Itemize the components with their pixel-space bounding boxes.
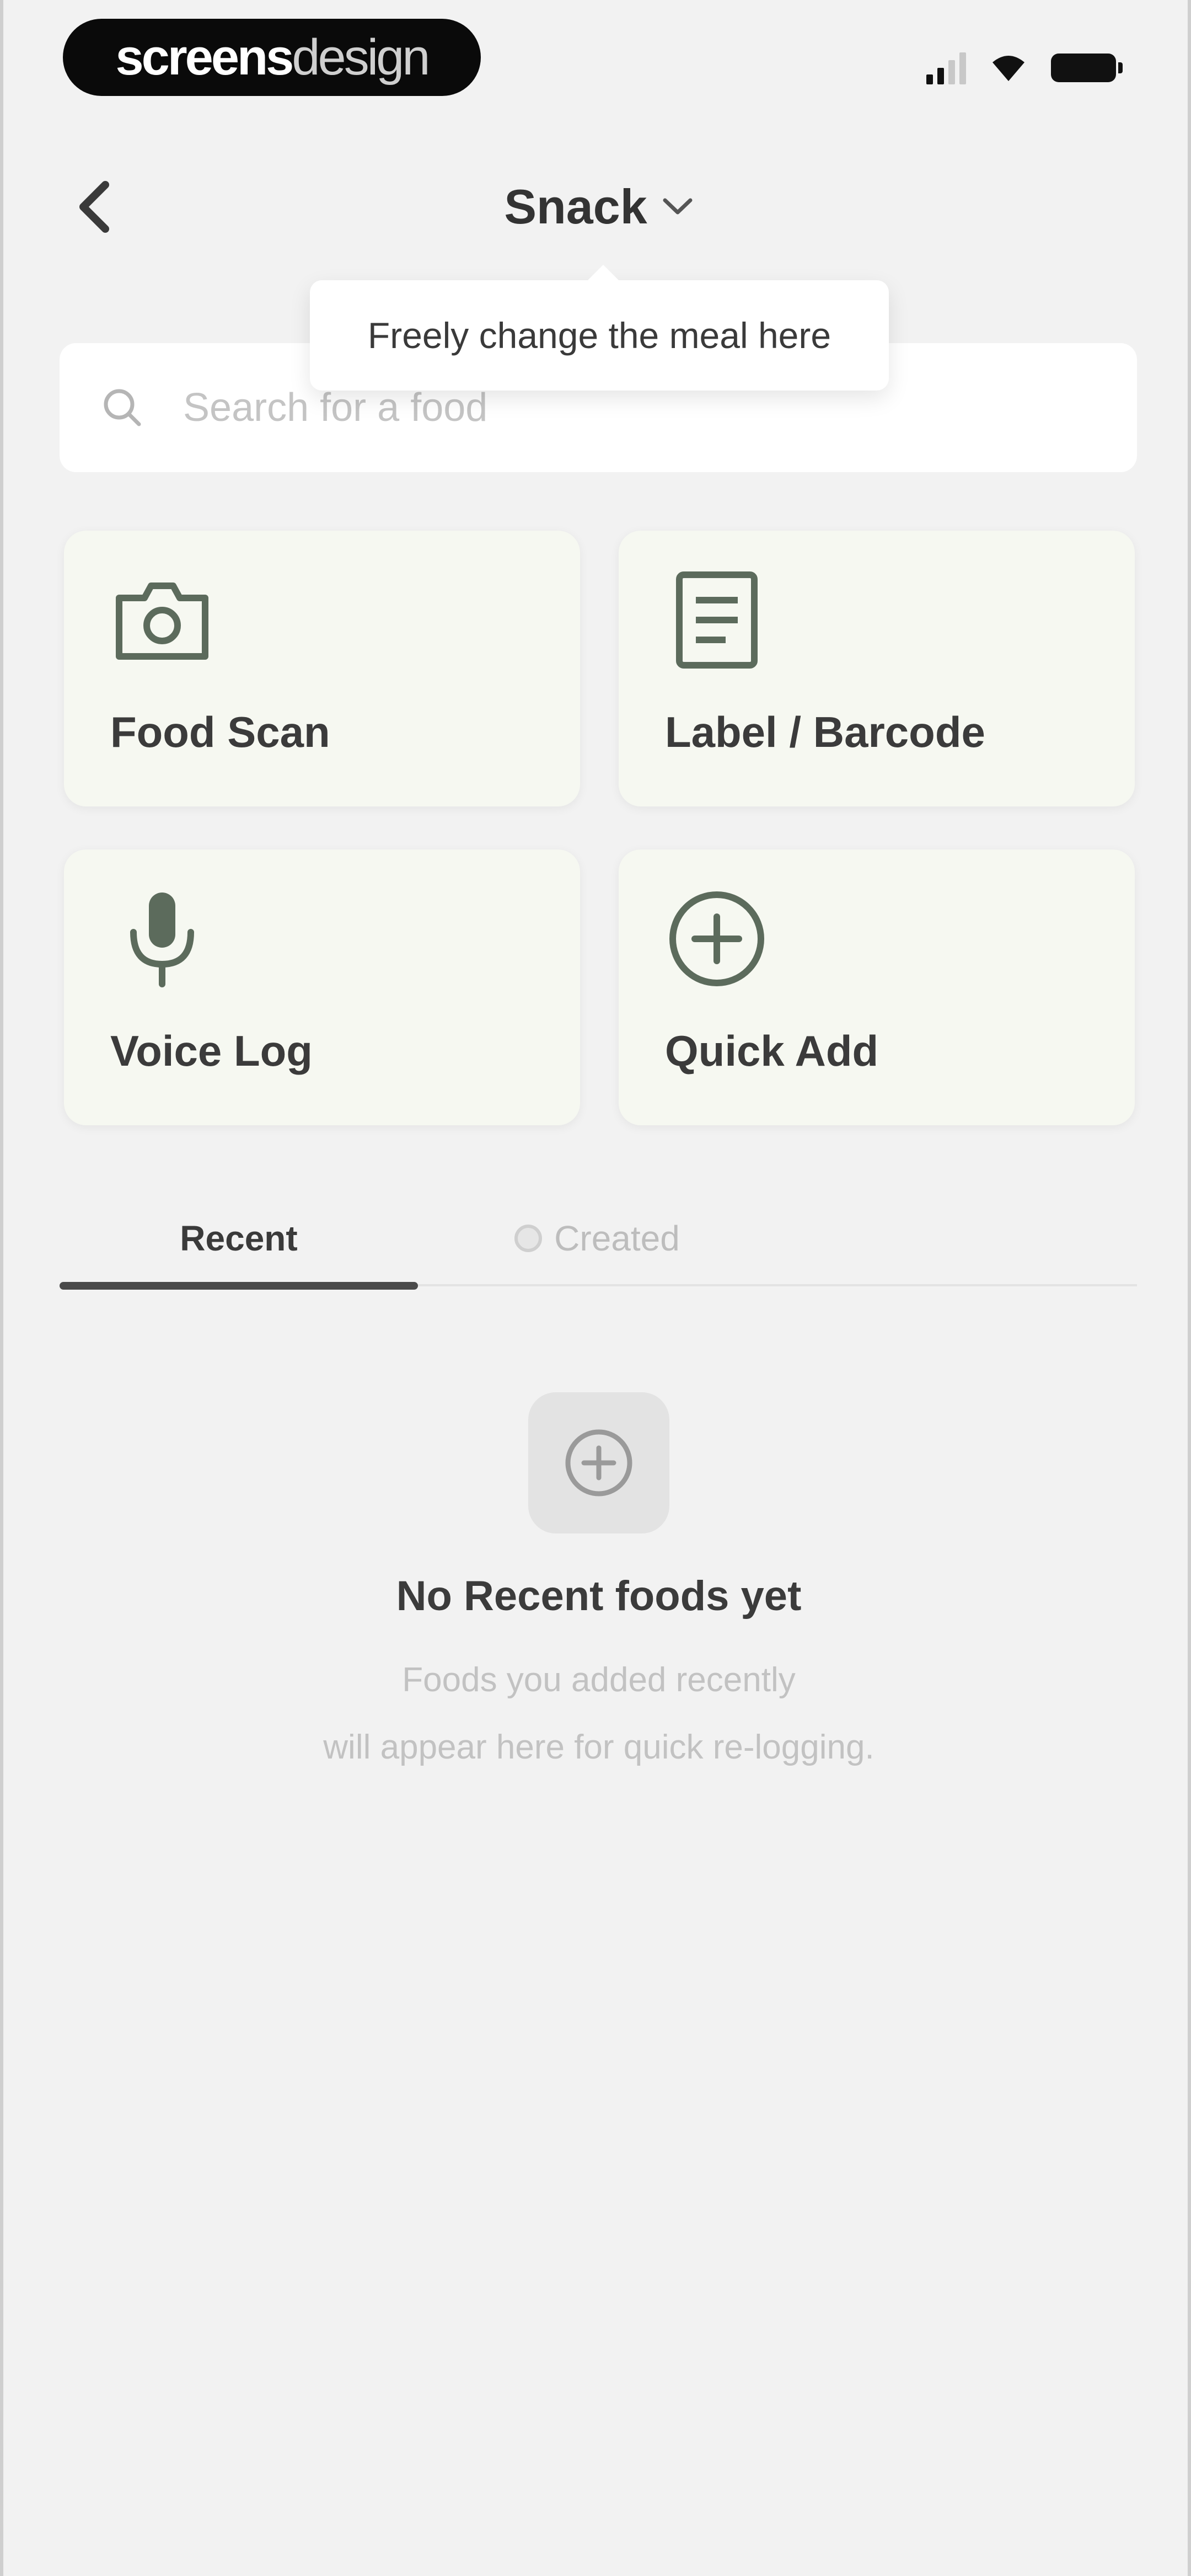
chevron-left-icon bbox=[79, 181, 109, 233]
signal-icon bbox=[926, 51, 966, 84]
chevron-down-icon bbox=[663, 198, 693, 215]
empty-state-description-line-2: will appear here for quick re-logging. bbox=[323, 1728, 875, 1766]
search-icon bbox=[104, 389, 141, 426]
brand-light-text: design bbox=[292, 29, 430, 85]
screen: screensdesign Snack Freel bbox=[0, 0, 1191, 2576]
tab-created[interactable]: Created bbox=[418, 1197, 776, 1280]
quick-add-card[interactable]: Quick Add bbox=[619, 849, 1135, 1125]
microphone-icon bbox=[112, 889, 212, 988]
plus-circle-icon bbox=[667, 889, 766, 988]
food-scan-card[interactable]: Food Scan bbox=[64, 531, 580, 806]
meal-tooltip: Freely change the meal here bbox=[310, 265, 889, 391]
meal-selector[interactable]: Snack bbox=[478, 171, 720, 243]
tooltip-text: Freely change the meal here bbox=[367, 315, 831, 356]
tab-recent-label: Recent bbox=[180, 1218, 298, 1258]
brand-watermark: screens design bbox=[63, 19, 481, 96]
empty-state-icon-box bbox=[528, 1392, 669, 1533]
document-icon bbox=[667, 570, 766, 670]
label-barcode-card[interactable]: Label / Barcode bbox=[619, 531, 1135, 806]
camera-icon bbox=[112, 570, 212, 670]
meal-title: Snack bbox=[504, 179, 647, 234]
voice-log-card[interactable]: Voice Log bbox=[64, 849, 580, 1125]
search-input[interactable] bbox=[182, 384, 1011, 431]
brand-bold-text: screens bbox=[115, 29, 294, 85]
food-scan-label: Food Scan bbox=[110, 708, 330, 756]
quick-add-label: Quick Add bbox=[665, 1027, 879, 1075]
voice-log-label: Voice Log bbox=[110, 1027, 313, 1075]
tab-recent[interactable]: Recent bbox=[60, 1197, 418, 1280]
wifi-icon bbox=[993, 56, 1024, 81]
created-icon bbox=[514, 1225, 543, 1252]
empty-state-title: No Recent foods yet bbox=[396, 1573, 802, 1620]
tab-created-label: Created bbox=[554, 1218, 680, 1258]
food-tabs: Recent Created bbox=[60, 1197, 1137, 1296]
empty-state-description-line-1: Foods you added recently bbox=[402, 1661, 796, 1699]
plus-circle-icon bbox=[565, 1429, 632, 1497]
back-button[interactable] bbox=[58, 171, 130, 243]
status-icons bbox=[926, 49, 1123, 87]
label-barcode-label: Label / Barcode bbox=[665, 708, 985, 756]
battery-icon bbox=[1051, 54, 1123, 82]
active-tab-indicator bbox=[60, 1282, 418, 1290]
